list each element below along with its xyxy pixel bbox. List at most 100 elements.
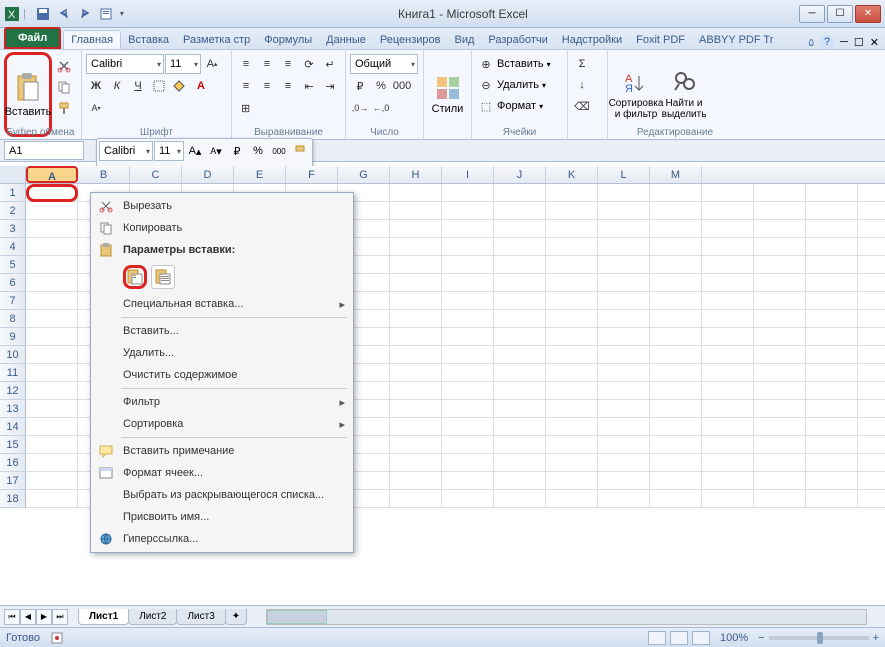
sheet-tab-3[interactable]: Лист3 xyxy=(176,609,225,625)
qat-preview-button[interactable] xyxy=(96,4,116,24)
sheet-nav-prev[interactable]: ◀ xyxy=(20,609,36,625)
ctx-sort[interactable]: Сортировка xyxy=(93,413,351,435)
underline-button[interactable]: Ч xyxy=(128,76,148,96)
tab-view[interactable]: Вид xyxy=(448,31,482,49)
font-size-combo[interactable]: 11 xyxy=(165,54,201,74)
ribbon-expand-button[interactable]: ۵ xyxy=(808,36,814,49)
column-header[interactable]: D xyxy=(182,166,234,183)
row-header[interactable]: 17 xyxy=(0,472,26,490)
sheet-tab-2[interactable]: Лист2 xyxy=(128,609,177,625)
ctx-comment[interactable]: Вставить примечание xyxy=(93,440,351,462)
font-color-button[interactable]: A xyxy=(191,76,211,96)
mini-shrink-font[interactable]: A▾ xyxy=(206,141,226,161)
cut-button[interactable] xyxy=(54,56,74,76)
close-button[interactable]: ✕ xyxy=(855,5,881,23)
row-header[interactable]: 9 xyxy=(0,328,26,346)
fill-button[interactable]: ↓ xyxy=(572,75,592,95)
column-header[interactable]: H xyxy=(390,166,442,183)
view-break-button[interactable] xyxy=(692,631,710,645)
row-header[interactable]: 18 xyxy=(0,490,26,508)
ctx-dropdown-list[interactable]: Выбрать из раскрывающегося списка... xyxy=(93,484,351,506)
minimize-button[interactable]: ─ xyxy=(799,5,825,23)
column-header[interactable]: B xyxy=(78,166,130,183)
align-middle-button[interactable]: ≡ xyxy=(257,54,277,74)
help-button[interactable]: ? xyxy=(820,35,834,49)
align-top-button[interactable]: ≡ xyxy=(236,54,256,74)
tab-developer[interactable]: Разработчи xyxy=(481,31,554,49)
file-tab[interactable]: Файл xyxy=(4,27,61,49)
ctx-hyperlink[interactable]: Гиперссылка... xyxy=(93,528,351,550)
find-select-button[interactable]: Найти и выделить xyxy=(660,52,708,137)
font-name-combo[interactable]: Calibri xyxy=(86,54,164,74)
mini-format-painter[interactable] xyxy=(290,141,310,161)
sheet-nav-next[interactable]: ▶ xyxy=(36,609,52,625)
row-header[interactable]: 15 xyxy=(0,436,26,454)
fill-color-button[interactable] xyxy=(170,76,190,96)
tab-data[interactable]: Данные xyxy=(319,31,373,49)
cells-delete-button[interactable]: ⊖Удалить▾ xyxy=(476,75,563,95)
qat-save-button[interactable] xyxy=(33,4,53,24)
column-header[interactable]: G xyxy=(338,166,390,183)
column-header[interactable]: K xyxy=(546,166,598,183)
wrap-text-button[interactable]: ↵ xyxy=(320,54,340,74)
macro-record-icon[interactable] xyxy=(48,629,66,647)
column-header[interactable]: L xyxy=(598,166,650,183)
column-header-a[interactable]: A xyxy=(26,166,78,183)
row-header[interactable]: 12 xyxy=(0,382,26,400)
currency-button[interactable]: ₽ xyxy=(350,76,370,96)
row-header[interactable]: 13 xyxy=(0,400,26,418)
mini-size-combo[interactable]: 11 xyxy=(154,141,184,161)
ctx-filter[interactable]: Фильтр xyxy=(93,391,351,413)
align-left-button[interactable]: ≡ xyxy=(236,76,256,96)
align-center-button[interactable]: ≡ xyxy=(257,76,277,96)
decrease-decimal-button[interactable]: ←,0 xyxy=(371,98,391,118)
tab-insert[interactable]: Вставка xyxy=(121,31,176,49)
tab-foxit[interactable]: Foxit PDF xyxy=(629,31,692,49)
column-header[interactable]: C xyxy=(130,166,182,183)
workbook-restore[interactable]: ☐ xyxy=(854,36,864,49)
row-header[interactable]: 8 xyxy=(0,310,26,328)
select-all-button[interactable] xyxy=(0,166,26,184)
row-header[interactable]: 10 xyxy=(0,346,26,364)
sheet-tab-1[interactable]: Лист1 xyxy=(78,609,129,625)
ctx-format-cells[interactable]: Формат ячеек... xyxy=(93,462,351,484)
ctx-insert[interactable]: Вставить... xyxy=(93,320,351,342)
mini-font-combo[interactable]: Calibri xyxy=(99,141,153,161)
ctx-copy[interactable]: Копировать xyxy=(93,217,351,239)
ctx-paste-special[interactable]: Специальная вставка... xyxy=(93,293,351,315)
ctx-cut[interactable]: Вырезать xyxy=(93,195,351,217)
zoom-slider[interactable] xyxy=(769,636,869,640)
maximize-button[interactable]: ☐ xyxy=(827,5,853,23)
number-format-combo[interactable]: Общий xyxy=(350,54,418,74)
row-header[interactable]: 16 xyxy=(0,454,26,472)
clear-button[interactable]: ⌫ xyxy=(572,96,592,116)
row-header[interactable]: 3 xyxy=(0,220,26,238)
mini-percent[interactable]: % xyxy=(248,141,268,161)
align-bottom-button[interactable]: ≡ xyxy=(278,54,298,74)
grow-font-button[interactable]: A▴ xyxy=(202,54,222,74)
paste-button[interactable]: Вставить xyxy=(4,52,52,137)
sheet-nav-last[interactable]: ⏭ xyxy=(52,609,68,625)
tab-formulas[interactable]: Формулы xyxy=(257,31,319,49)
row-header[interactable]: 7 xyxy=(0,292,26,310)
horizontal-scrollbar[interactable] xyxy=(266,609,867,625)
row-header[interactable]: 1 xyxy=(0,184,26,202)
tab-review[interactable]: Рецензиров xyxy=(373,31,448,49)
column-header[interactable]: M xyxy=(650,166,702,183)
format-painter-button[interactable] xyxy=(54,98,74,118)
autosum-button[interactable]: Σ xyxy=(572,54,592,74)
row-header[interactable]: 4 xyxy=(0,238,26,256)
zoom-out-button[interactable]: − xyxy=(758,632,764,644)
styles-button[interactable]: Стили xyxy=(428,52,467,137)
row-header[interactable]: 6 xyxy=(0,274,26,292)
increase-decimal-button[interactable]: ,0→ xyxy=(350,98,370,118)
mini-currency[interactable]: ₽ xyxy=(227,141,247,161)
qat-redo-button[interactable] xyxy=(75,4,95,24)
column-header[interactable]: E xyxy=(234,166,286,183)
mini-comma[interactable]: 000 xyxy=(269,141,289,161)
copy-button[interactable] xyxy=(54,77,74,97)
sheet-nav-first[interactable]: ⏮ xyxy=(4,609,20,625)
sort-filter-button[interactable]: АЯ Сортировка и фильтр xyxy=(612,52,660,137)
tab-home[interactable]: Главная xyxy=(63,30,121,49)
ctx-clear[interactable]: Очистить содержимое xyxy=(93,364,351,386)
